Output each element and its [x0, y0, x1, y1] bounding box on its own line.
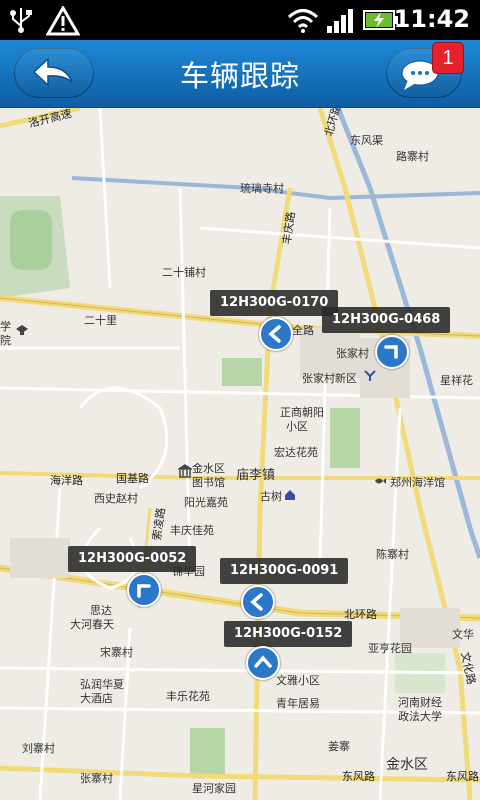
messages-button[interactable]: 1: [386, 42, 464, 98]
vehicle-label-0091[interactable]: 12H300G-0091: [220, 558, 349, 584]
vehicle-label-0152[interactable]: 12H300G-0152: [224, 621, 353, 647]
unread-badge: 1: [432, 42, 464, 74]
university-icon: [364, 370, 376, 381]
label-hongda: 宏达花苑: [274, 446, 318, 459]
label-ershipu: 二十铺村: [162, 266, 206, 279]
label-henan-caijing-2: 政法大学: [398, 710, 442, 723]
label-zhangzhai: 张寨村: [80, 772, 113, 785]
label-ershili: 二十里: [84, 314, 117, 327]
label-hongrun-2: 大酒店: [80, 692, 113, 705]
library-icon: [178, 464, 192, 478]
aquarium-icon: [375, 478, 386, 484]
direction-northeast-icon: [384, 345, 398, 359]
wifi-icon: [287, 9, 319, 33]
label-zhengzhou-haiyangguan: 郑州海洋馆: [390, 476, 445, 489]
usb-icon: [10, 8, 32, 33]
label-miaolizhen: 庙李镇: [236, 468, 276, 483]
label-xishizhao: 西史赵村: [94, 492, 138, 505]
vehicle-marker-0152[interactable]: [246, 646, 280, 680]
label-haiyang-road: 海洋路: [50, 474, 83, 487]
label-liulisi: 琉璃寺村: [240, 182, 284, 195]
label-yaheng: 亚亨花园: [368, 642, 412, 655]
label-liuzhai: 刘寨村: [22, 742, 55, 755]
label-wenhua: 文华: [452, 628, 474, 641]
clock: 11:42: [393, 5, 470, 33]
direction-left-icon: [268, 325, 281, 343]
vehicle-marker-0468[interactable]: [375, 335, 409, 369]
label-beihuan-road-2: 北环路: [344, 608, 377, 621]
label-yangguang: 阳光嘉苑: [184, 496, 228, 509]
label-yuan: 院: [0, 334, 11, 347]
label-guoji-road: 国基路: [116, 472, 149, 485]
label-zhangjiacun-xinqu: 张家村新区: [302, 372, 357, 385]
label-dongfeng-road-2: 东风路: [446, 770, 479, 783]
label-jinshuiqu: 金水区: [386, 757, 428, 773]
label-dongfeng-road: 东风路: [342, 770, 375, 783]
signal-icon: [327, 9, 353, 33]
label-xingxiang: 星祥花: [440, 374, 473, 387]
vehicle-marker-0170[interactable]: [259, 317, 293, 351]
landmark-icon: [285, 490, 295, 500]
label-xiaoqu: 小区: [286, 420, 308, 433]
warning-icon: [46, 6, 80, 36]
vehicle-label-0468[interactable]: 12H300G-0468: [322, 307, 451, 333]
label-jiangzhai: 姜寨: [328, 740, 350, 753]
label-chenzhai: 陈寨村: [376, 548, 409, 561]
vehicle-marker-0052[interactable]: [127, 573, 161, 607]
direction-northwest-icon: [137, 584, 151, 598]
title-bar: 车辆跟踪 1: [0, 40, 480, 108]
label-zhangjiacun: 张家村: [336, 347, 369, 360]
direction-up-icon: [254, 655, 272, 668]
status-bar: 11:42: [0, 0, 480, 40]
vehicle-label-0052[interactable]: 12H300G-0052: [68, 546, 197, 572]
vehicle-label-0170[interactable]: 12H300G-0170: [210, 290, 339, 316]
vehicle-marker-0091[interactable]: [241, 585, 275, 619]
school-icon: [16, 325, 28, 335]
label-wenya: 文雅小区: [276, 674, 320, 687]
label-dongfengqu: 东风渠: [350, 134, 383, 147]
label-quan-road: 全路: [292, 324, 314, 337]
label-xingchuan: 星河家园: [192, 782, 236, 795]
label-qingnian: 青年居易: [276, 697, 320, 710]
label-lujiazhai: 路寨村: [396, 150, 429, 163]
label-dahe-chuntian: 大河春天: [70, 618, 114, 631]
label-gushuo: 古树: [260, 490, 282, 503]
map-view[interactable]: 洛开高速 北环路 东风渠 路寨村 琉璃寺村 丰庆路 二十铺村 二十里 学 院 全…: [0, 108, 480, 800]
label-fengle: 丰乐花苑: [166, 690, 210, 703]
direction-left-icon: [250, 593, 263, 611]
label-library: 图书馆: [192, 476, 225, 489]
label-fengqing-jiayuan: 丰庆佳苑: [170, 524, 214, 537]
label-songzhai: 宋寨村: [100, 646, 133, 659]
